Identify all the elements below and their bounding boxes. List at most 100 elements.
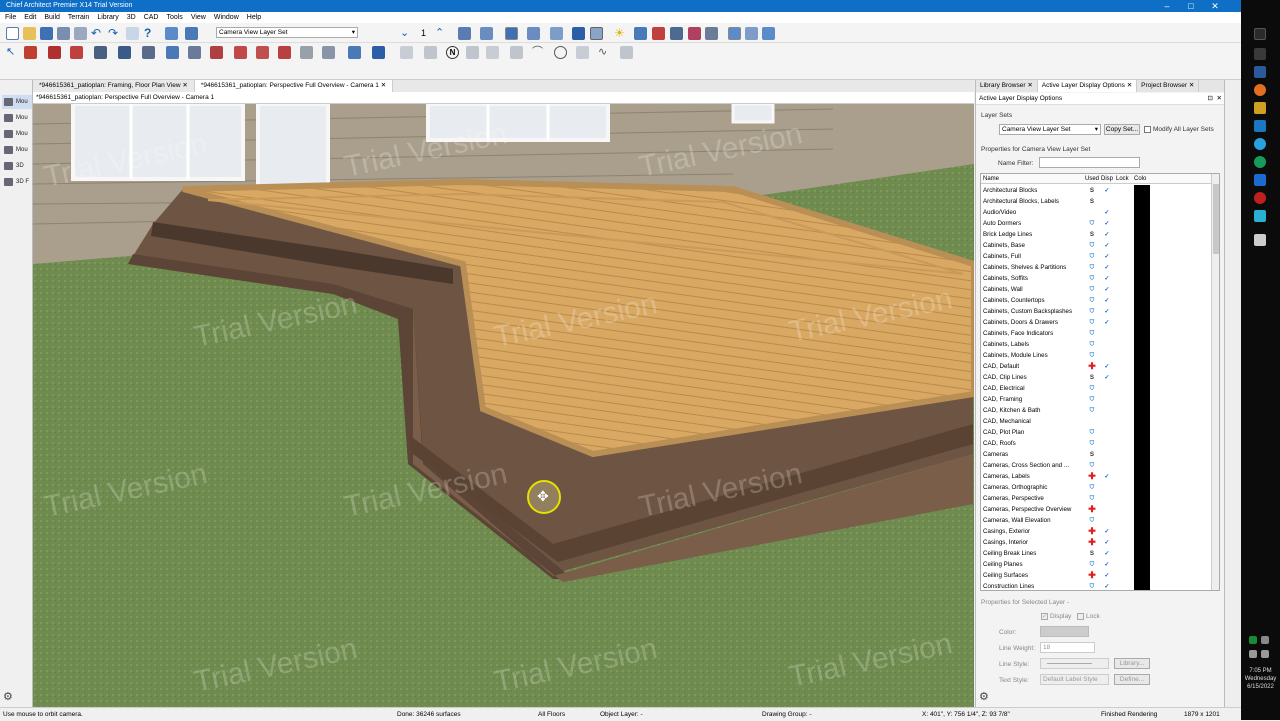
close-icon[interactable]: ✕ xyxy=(1027,82,1032,89)
text-style-select[interactable]: Default Label Style xyxy=(1040,674,1109,685)
menu-file[interactable]: File xyxy=(5,12,16,23)
polyline-tool-icon[interactable] xyxy=(424,46,437,59)
freehand-tool-icon[interactable]: ∿ xyxy=(598,46,611,59)
used-info-icon[interactable]: ⛉ xyxy=(1087,394,1097,405)
tray-icon[interactable] xyxy=(1249,636,1257,644)
layer-color-swatch[interactable] xyxy=(1134,405,1150,416)
taskbar-app-icon[interactable] xyxy=(1254,66,1266,78)
tab-project-browser[interactable]: Project Browser ✕ xyxy=(1137,80,1200,92)
camera-viewport[interactable]: Trial Version Trial Version Trial Versio… xyxy=(33,104,974,707)
chrome-icon[interactable] xyxy=(1254,156,1266,168)
layer-row[interactable]: Auto Dormers ⛉ ✓ xyxy=(981,218,1213,229)
used-plus-icon[interactable]: ✚ xyxy=(1087,504,1097,515)
used-status[interactable]: S xyxy=(1087,548,1097,559)
layer-color-swatch[interactable] xyxy=(1134,251,1150,262)
deck-tool-icon[interactable] xyxy=(210,46,223,59)
col-disp[interactable]: Disp xyxy=(1101,174,1113,184)
layer-row[interactable]: Ceiling Surfaces ✚ ✓ xyxy=(981,570,1213,581)
layer-display-icon[interactable] xyxy=(165,27,178,40)
display-check[interactable]: ✓ xyxy=(1102,559,1112,570)
layer-sets-select[interactable]: Camera View Layer Set ▾ xyxy=(999,124,1101,135)
rectangle-tool-icon[interactable] xyxy=(486,46,499,59)
layer-row[interactable]: CAD, Default ✚ ✓ xyxy=(981,361,1213,372)
window-icon[interactable] xyxy=(762,27,775,40)
layer-color-swatch[interactable] xyxy=(1134,262,1150,273)
tab-active-layer-display-options[interactable]: Active Layer Display Options ✕ xyxy=(1037,80,1138,92)
used-info-icon[interactable]: ⛉ xyxy=(1087,460,1097,471)
text-tool-icon[interactable] xyxy=(300,46,313,59)
used-info-icon[interactable]: ⛉ xyxy=(1087,493,1097,504)
library-button[interactable]: Library... xyxy=(1114,658,1150,669)
display-check[interactable]: ✓ xyxy=(1102,372,1112,383)
display-check[interactable]: ✓ xyxy=(1102,229,1112,240)
copy-set-button[interactable]: Copy Set... xyxy=(1104,124,1140,135)
modify-all-checkbox[interactable] xyxy=(1144,126,1151,133)
layer-row[interactable]: Cabinets, Base ⛉ ✓ xyxy=(981,240,1213,251)
stairs-tool-icon[interactable] xyxy=(142,46,155,59)
layer-color-swatch[interactable] xyxy=(1134,240,1150,251)
paint-icon[interactable] xyxy=(652,27,665,40)
display-check[interactable]: ✓ xyxy=(1102,240,1112,251)
maximize-button[interactable]: □ xyxy=(1181,0,1201,12)
wall-tool-icon[interactable] xyxy=(24,46,37,59)
cad-block-icon[interactable] xyxy=(372,46,385,59)
used-plus-icon[interactable]: ✚ xyxy=(1087,570,1097,581)
layer-row[interactable]: CAD, Electrical ⛉ xyxy=(981,383,1213,394)
layer-color-swatch[interactable] xyxy=(1134,229,1150,240)
left-panel-item-4[interactable]: Mou xyxy=(2,143,32,157)
taskbar-app-icon[interactable] xyxy=(1254,174,1266,186)
menu-window[interactable]: Window xyxy=(214,12,239,23)
layer-row[interactable]: Cabinets, Module Lines ⛉ xyxy=(981,350,1213,361)
volume-icon[interactable] xyxy=(1261,650,1269,658)
menu-tools[interactable]: Tools xyxy=(166,12,182,23)
firefox-icon[interactable] xyxy=(1254,84,1266,96)
used-status[interactable]: S xyxy=(1087,449,1097,460)
layer-color-swatch[interactable] xyxy=(1134,295,1150,306)
display-check[interactable]: ✓ xyxy=(1102,284,1112,295)
used-info-icon[interactable]: ⛉ xyxy=(1087,383,1097,394)
tab-floor-plan[interactable]: *946615361_patioplan: Framing, Floor Pla… xyxy=(33,80,195,92)
layer-row[interactable]: Cameras, Orthographic ⛉ xyxy=(981,482,1213,493)
display-check[interactable]: ✓ xyxy=(1102,262,1112,273)
roof-tool-icon[interactable] xyxy=(188,46,201,59)
gear-icon[interactable]: ⚙ xyxy=(979,690,989,703)
display-check[interactable]: ✓ xyxy=(1102,273,1112,284)
layer-row[interactable]: Cameras, Wall Elevation ⛉ xyxy=(981,515,1213,526)
pin-icon[interactable]: ⊡ xyxy=(1208,93,1213,105)
layer-row[interactable]: Cabinets, Labels ⛉ xyxy=(981,339,1213,350)
display-check[interactable]: ✓ xyxy=(1102,306,1112,317)
camera-icon[interactable] xyxy=(458,27,471,40)
chief-architect-icon[interactable] xyxy=(1254,234,1266,246)
define-button[interactable]: Define... xyxy=(1114,674,1150,685)
used-info-icon[interactable]: ⛉ xyxy=(1087,295,1097,306)
layer-color-swatch[interactable] xyxy=(1134,526,1150,537)
layer-color-swatch[interactable] xyxy=(1134,548,1150,559)
cascade-icon[interactable] xyxy=(745,27,758,40)
display-check[interactable]: ✓ xyxy=(1102,471,1112,482)
color-swatch[interactable] xyxy=(1040,626,1089,637)
layer-color-swatch[interactable] xyxy=(1134,471,1150,482)
display-check[interactable]: ✓ xyxy=(1102,185,1112,196)
up-chevron-icon[interactable]: ⌃ xyxy=(435,27,448,40)
layer-table-scrollbar[interactable] xyxy=(1211,174,1219,590)
arc-tool-icon[interactable]: ⌒ xyxy=(532,46,545,59)
layer-row[interactable]: Cabinets, Doors & Drawers ⛉ ✓ xyxy=(981,317,1213,328)
view-icon[interactable] xyxy=(550,27,563,40)
menu-edit[interactable]: Edit xyxy=(24,12,36,23)
layer-row[interactable]: Cabinets, Custom Backsplashes ⛉ ✓ xyxy=(981,306,1213,317)
used-info-icon[interactable]: ⛉ xyxy=(1087,427,1097,438)
layer-color-swatch[interactable] xyxy=(1134,493,1150,504)
layer-color-swatch[interactable] xyxy=(1134,394,1150,405)
perspective-icon[interactable] xyxy=(480,27,493,40)
layer-row[interactable]: Cabinets, Wall ⛉ ✓ xyxy=(981,284,1213,295)
used-info-icon[interactable]: ⛉ xyxy=(1087,240,1097,251)
open-folder-icon[interactable] xyxy=(23,27,36,40)
used-status[interactable]: S xyxy=(1087,372,1097,383)
layer-color-swatch[interactable] xyxy=(1134,306,1150,317)
menu-build[interactable]: Build xyxy=(44,12,60,23)
layer-color-swatch[interactable] xyxy=(1134,361,1150,372)
layer-row[interactable]: Brick Ledge Lines S ✓ xyxy=(981,229,1213,240)
display-check[interactable]: ✓ xyxy=(1102,295,1112,306)
cabinet-tool-icon[interactable] xyxy=(70,46,83,59)
left-panel-item-6[interactable]: 3D F xyxy=(2,175,32,189)
